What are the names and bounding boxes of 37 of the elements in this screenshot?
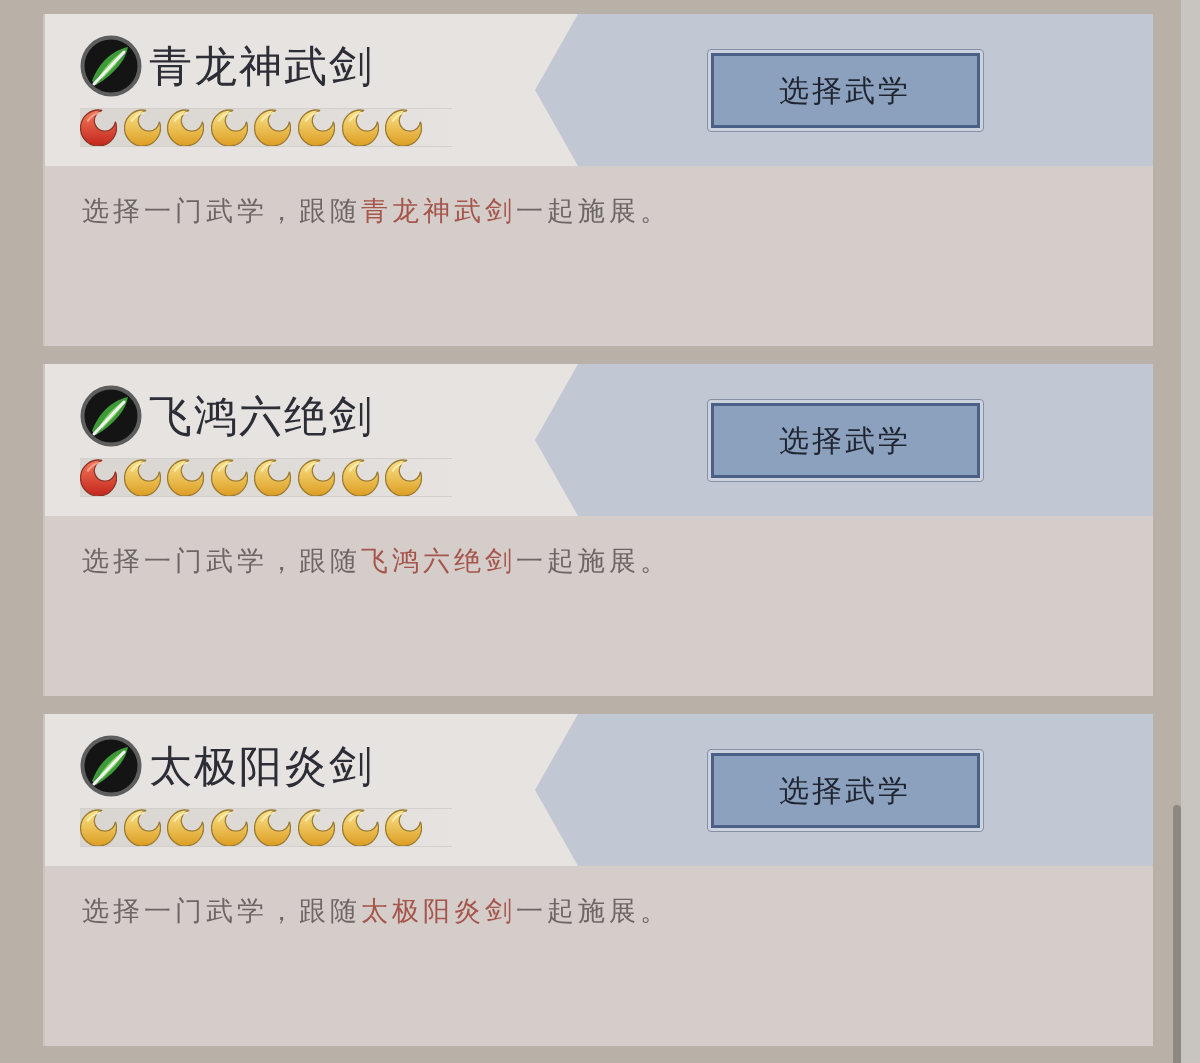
blade-icon: [80, 385, 142, 447]
select-skill-button[interactable]: 选择武学: [706, 398, 984, 482]
scrollbar-thumb[interactable]: [1173, 805, 1181, 1063]
select-skill-button[interactable]: 选择武学: [706, 748, 984, 832]
select-skill-button[interactable]: 选择武学: [706, 48, 984, 132]
skill-description: 选择一门武学，跟随青龙神武剑 一起施展。: [82, 194, 671, 228]
skill-title: 飞鸿六绝剑: [149, 391, 374, 441]
skill-title: 青龙神武剑: [149, 41, 374, 91]
moon-icon: [210, 109, 248, 146]
moon-icon: [167, 459, 205, 496]
moon-icon: [80, 109, 117, 146]
moon-icon: [210, 809, 248, 846]
moon-icon: [385, 109, 423, 146]
moon-icon: [123, 109, 161, 146]
moon-icon: [297, 459, 335, 496]
moon-icon: [254, 809, 292, 846]
moon-icon: [341, 459, 379, 496]
moon-icon: [167, 109, 205, 146]
blade-icon: [80, 35, 142, 97]
moon-icon: [341, 809, 379, 846]
moon-icon: [210, 459, 248, 496]
moon-icon: [385, 809, 423, 846]
moon-icon: [385, 459, 423, 496]
skill-description: 选择一门武学，跟随飞鸿六绝剑 一起施展。: [82, 544, 671, 578]
moon-icon: [297, 109, 335, 146]
moon-icon: [80, 459, 117, 496]
moon-icon: [341, 109, 379, 146]
moon-icon: [254, 109, 292, 146]
blade-icon: [80, 735, 142, 797]
skill-description: 选择一门武学，跟随 太极阳炎剑 一起施展。: [82, 894, 671, 928]
moon-icon: [297, 809, 335, 846]
moon-icon: [254, 459, 292, 496]
moon-icon: [167, 809, 205, 846]
moon-icon: [123, 459, 161, 496]
moon-icon: [123, 809, 161, 846]
skill-title: 太极阳炎剑: [149, 741, 374, 791]
moon-icon: [80, 809, 117, 846]
